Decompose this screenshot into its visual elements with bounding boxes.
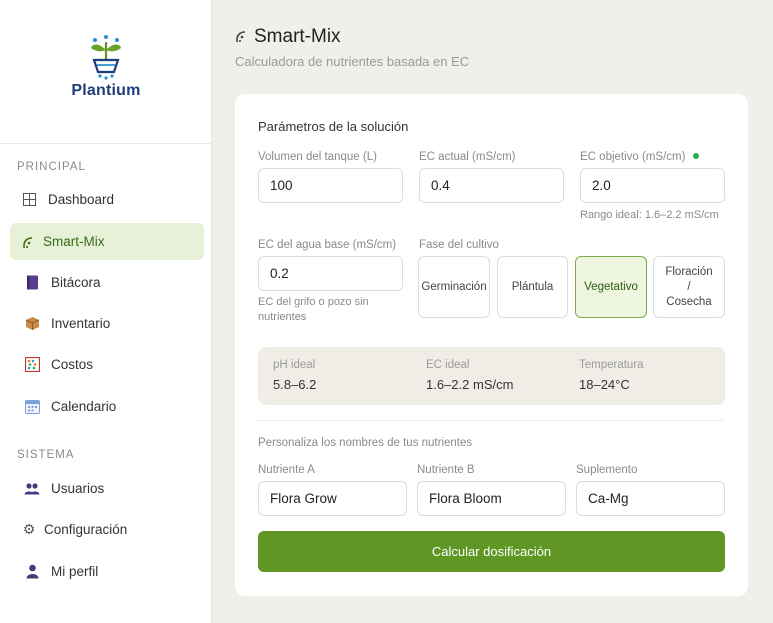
calculate-dosage-button[interactable]: Calcular dosificación (258, 531, 725, 572)
sidebar-item-label: Mi perfil (51, 564, 99, 579)
ideal-ec-value: 1.6–2.2 mS/cm (426, 377, 514, 392)
user-icon (23, 563, 41, 581)
section-label-principal: PRINCIPAL (17, 161, 86, 173)
ideal-ph: pH ideal 5.8–6.2 (273, 359, 316, 392)
section-label-sistema: SISTEMA (17, 449, 75, 461)
sidebar-item-label: Inventario (51, 316, 111, 331)
tank-volume-label: Volumen del tanque (L) (258, 151, 377, 163)
grid-icon (20, 191, 38, 209)
phase-option-floracion-cosecha[interactable]: Floración / Cosecha (653, 256, 725, 318)
package-icon (23, 315, 41, 333)
sidebar-item-costos[interactable]: Costos (10, 346, 204, 383)
sidebar-item-configuracion[interactable]: ⚙ Configuración (10, 511, 204, 548)
phase-option-vegetativo[interactable]: Vegetativo (575, 256, 647, 318)
brand-name: Plantium (71, 82, 141, 99)
ec-target-label-text: EC objetivo (mS/cm) (580, 151, 686, 163)
sidebar-item-label: Bitácora (51, 275, 101, 290)
supplement-input[interactable] (576, 481, 725, 516)
sidebar: Plantium PRINCIPAL Dashboard Smart-Mix B… (0, 0, 212, 623)
page-title-text: Smart-Mix (254, 26, 341, 47)
abacus-icon (23, 356, 41, 374)
ideal-temp: Temperatura 18–24°C (579, 359, 644, 392)
ideal-ec: EC ideal 1.6–2.2 mS/cm (426, 359, 513, 392)
sidebar-item-bitacora[interactable]: Bitácora (10, 264, 204, 301)
flask-icon (234, 29, 248, 46)
sidebar-item-mi-perfil[interactable]: Mi perfil (10, 553, 204, 590)
nutrient-names-title: Personaliza los nombres de tus nutriente… (258, 437, 473, 449)
sidebar-item-inventario[interactable]: Inventario (10, 305, 204, 342)
calendar-icon (23, 398, 41, 416)
gear-icon: ⚙ (22, 521, 36, 537)
phase-label: Fase del cultivo (419, 239, 499, 251)
sidebar-item-label: Usuarios (51, 481, 105, 496)
sidebar-item-calendario[interactable]: Calendario (10, 388, 204, 425)
nutrient-a-input[interactable] (258, 481, 407, 516)
sidebar-item-dashboard[interactable]: Dashboard (10, 181, 204, 218)
sidebar-item-label: Calendario (51, 399, 117, 414)
ec-target-hint: Rango ideal: 1.6–2.2 mS/cm (580, 209, 719, 221)
sidebar-item-label: Configuración (44, 522, 128, 537)
phase-option-label: Floración / Cosecha (665, 265, 713, 308)
ec-base-water-input[interactable] (258, 256, 403, 291)
ec-base-water-hint: EC del grifo o pozo sin nutrientes (258, 296, 369, 323)
sidebar-item-usuarios[interactable]: Usuarios (10, 470, 204, 507)
ec-target-label: EC objetivo (mS/cm) (580, 151, 700, 163)
nutrient-b-label: Nutriente B (417, 464, 475, 476)
ideal-ph-value: 5.8–6.2 (273, 377, 317, 392)
card-title: Parámetros de la solución (258, 119, 409, 134)
nutrient-a-label: Nutriente A (258, 464, 315, 476)
tank-volume-input[interactable] (258, 168, 403, 203)
users-icon (23, 480, 41, 498)
page-subtitle: Calculadora de nutrientes basada en EC (235, 54, 470, 69)
page-title: Smart-Mix (234, 26, 341, 48)
plantium-logo-icon (91, 35, 121, 80)
params-card: Parámetros de la solución Volumen del ta… (235, 94, 748, 596)
status-dot-icon (693, 152, 700, 159)
ideal-ph-label: pH ideal (273, 359, 316, 371)
nutrient-b-input[interactable] (417, 481, 566, 516)
ec-current-label: EC actual (mS/cm) (419, 151, 516, 163)
ec-current-input[interactable] (419, 168, 564, 203)
ideal-temp-label: Temperatura (579, 359, 644, 371)
sidebar-item-label: Smart-Mix (43, 234, 105, 249)
ideal-ranges-panel: pH ideal 5.8–6.2 EC ideal 1.6–2.2 mS/cm … (258, 347, 725, 405)
flask-icon (19, 233, 37, 251)
ec-base-water-label: EC del agua base (mS/cm) (258, 239, 397, 251)
supplement-label: Suplemento (576, 464, 638, 476)
ideal-temp-value: 18–24°C (579, 377, 630, 392)
ideal-ec-label: EC ideal (426, 359, 470, 371)
sidebar-item-label: Costos (51, 357, 94, 372)
ec-target-input[interactable] (580, 168, 725, 203)
phase-option-germinacion[interactable]: Germinación (418, 256, 490, 318)
phase-option-plantula[interactable]: Plántula (497, 256, 568, 318)
book-icon (23, 274, 41, 292)
sidebar-item-label: Dashboard (48, 192, 115, 207)
sidebar-item-smart-mix[interactable]: Smart-Mix (10, 223, 204, 260)
logo[interactable]: Plantium (0, 0, 212, 144)
divider (258, 420, 725, 421)
